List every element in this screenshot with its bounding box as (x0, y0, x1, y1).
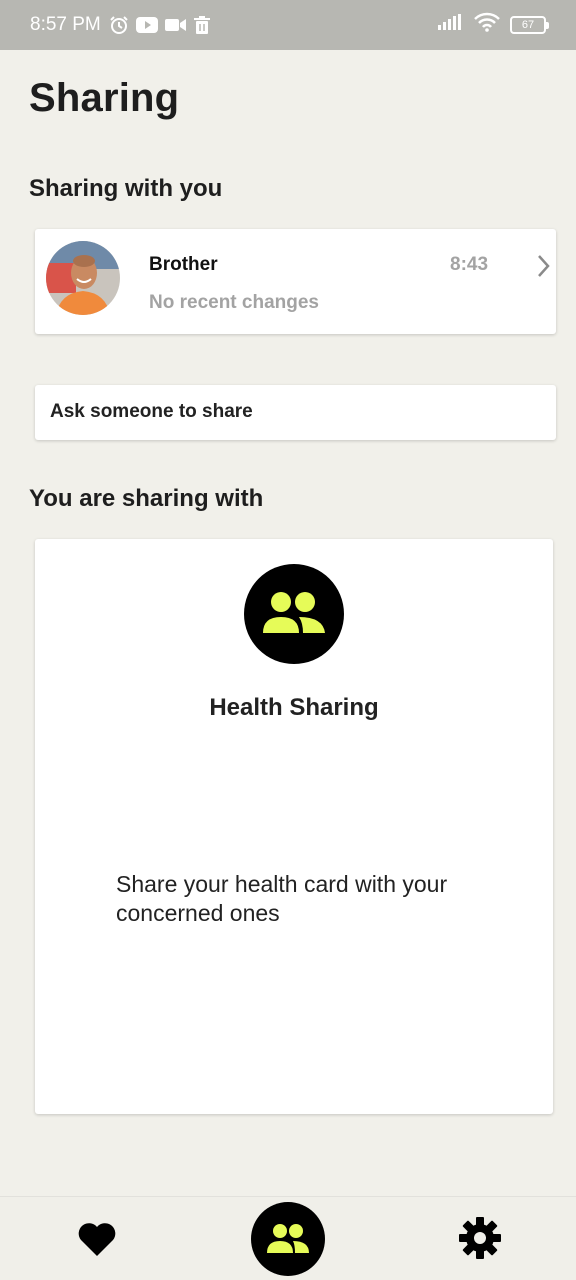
contact-card-brother[interactable]: Brother No recent changes 8:43 (35, 229, 556, 334)
page-title: Sharing (29, 76, 180, 120)
youtube-icon (135, 17, 158, 33)
trash-icon (193, 16, 210, 34)
chevron-right-icon (535, 253, 553, 284)
ask-someone-to-share-button[interactable]: Ask someone to share (35, 385, 556, 440)
contact-status: No recent changes (149, 292, 319, 313)
people-icon (267, 1224, 309, 1253)
contact-name: Brother (149, 254, 218, 275)
sharing-with-you-heading: Sharing with you (29, 175, 223, 202)
heart-icon (78, 1223, 116, 1256)
ask-someone-to-share-label: Ask someone to share (50, 401, 253, 422)
gear-icon (459, 1217, 501, 1259)
signal-icon (438, 14, 464, 36)
wifi-icon (474, 12, 500, 38)
battery-level: 67 (521, 19, 535, 31)
contact-time: 8:43 (450, 254, 489, 275)
status-bar: 8:57 PM 67 (0, 0, 576, 50)
health-sharing-description: Share your health card with your concern… (116, 871, 448, 926)
nav-health-button[interactable] (74, 1217, 120, 1261)
avatar (46, 241, 120, 315)
nav-sharing-button[interactable] (251, 1202, 325, 1276)
you-are-sharing-heading: You are sharing with (29, 485, 264, 512)
people-icon (244, 564, 344, 664)
health-sharing-card[interactable]: Health Sharing Share your health card wi… (35, 539, 553, 1114)
alarm-icon (109, 15, 129, 35)
health-sharing-title: Health Sharing (209, 694, 379, 721)
bottom-nav (0, 1196, 576, 1280)
video-camera-icon (164, 17, 187, 33)
battery-icon: 67 (510, 16, 549, 34)
status-time: 8:57 PM (30, 14, 101, 35)
nav-settings-button[interactable] (457, 1215, 503, 1261)
